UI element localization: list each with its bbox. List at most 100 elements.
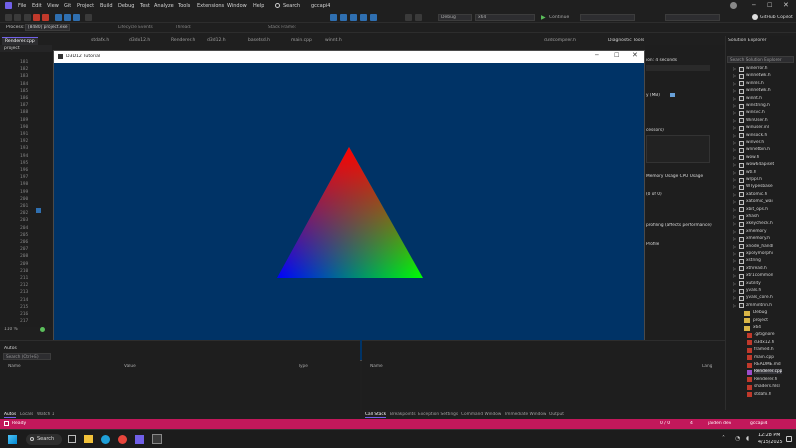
status-position[interactable]: 0 / 0	[660, 421, 670, 426]
menu-item[interactable]: Git	[64, 3, 71, 9]
expand-arrow-icon[interactable]: ▷	[733, 177, 736, 182]
render-canvas[interactable]	[54, 63, 644, 360]
vs-logo-icon[interactable]	[5, 2, 12, 9]
project-file-item[interactable]: shaders.hlsl	[754, 384, 780, 389]
minimize-button[interactable]: ─	[752, 2, 756, 9]
hex-icon[interactable]	[330, 14, 337, 21]
chrome-icon[interactable]	[118, 435, 127, 444]
file-item[interactable]: zmmintrin.h	[746, 303, 772, 308]
project-file-item[interactable]: README.md	[754, 362, 781, 367]
menu-item[interactable]: Tools	[178, 3, 190, 9]
expand-arrow-icon[interactable]: ▷	[733, 221, 736, 226]
autos-col-name[interactable]: Name	[8, 364, 21, 369]
expand-arrow-icon[interactable]: ▷	[733, 110, 736, 115]
taskbar-search[interactable]: Search	[26, 434, 62, 445]
app-window-titlebar[interactable]: D3D12 Tutorial ─ ☐ ✕	[54, 51, 644, 63]
menu-item[interactable]: Window	[227, 3, 247, 9]
step-into-icon[interactable]	[64, 14, 71, 21]
file-item[interactable]: wnnetbin.h	[746, 147, 770, 152]
code-editor-gutter[interactable]: 181 182 183 184 185 186 187 188 189 190 191 192 193 1…	[0, 52, 52, 327]
search-icon[interactable]	[275, 3, 280, 8]
task-view-icon[interactable]	[68, 435, 76, 443]
project-file-item[interactable]: d3dx12.h	[754, 340, 774, 345]
file-item[interactable]: xpolymorphi	[746, 251, 773, 256]
app-close-button[interactable]: ✕	[632, 51, 638, 59]
project-combo[interactable]: project	[0, 45, 52, 52]
menu-item[interactable]: Analyze	[154, 3, 174, 9]
expand-arrow-icon[interactable]: ▷	[733, 303, 736, 308]
expand-arrow-icon[interactable]: ▷	[733, 266, 736, 271]
file-item[interactable]: xutility	[746, 281, 761, 286]
taskbar-date[interactable]: 4/15/2025	[758, 440, 783, 445]
autos-col-type[interactable]: Type	[298, 364, 308, 369]
file-item[interactable]: xtr1common	[746, 273, 773, 278]
menu-item[interactable]: Debug	[118, 3, 134, 9]
file-item[interactable]: winstring.h	[746, 103, 770, 108]
app-maximize-button[interactable]: ☐	[614, 52, 619, 59]
menu-item[interactable]: Test	[140, 3, 150, 9]
close-button[interactable]: ✕	[783, 1, 789, 9]
document-tab[interactable]: Renderer.h	[168, 37, 198, 45]
undo-icon[interactable]	[405, 14, 412, 21]
new-file-icon[interactable]	[24, 14, 31, 21]
expand-arrow-icon[interactable]: ▷	[733, 214, 736, 219]
file-item[interactable]: xatomic_wai	[746, 199, 773, 204]
start-icon[interactable]	[8, 435, 17, 444]
step-out-icon[interactable]	[73, 14, 80, 21]
file-item[interactable]: winsock.h	[746, 133, 767, 138]
expand-arrow-icon[interactable]: ▷	[733, 199, 736, 204]
expand-arrow-icon[interactable]: ▷	[733, 140, 736, 145]
file-item[interactable]: xatomic.h	[746, 192, 767, 197]
maximize-button[interactable]: ☐	[767, 2, 772, 9]
forward-icon[interactable]	[14, 14, 21, 21]
step-over-icon[interactable]	[55, 14, 62, 21]
restart-icon[interactable]	[33, 14, 40, 21]
expand-arrow-icon[interactable]: ▷	[733, 273, 736, 278]
file-item[interactable]: xstring	[746, 258, 761, 263]
tray-chevron-icon[interactable]: ˄	[722, 435, 725, 442]
project-file-item[interactable]: .gitignore	[754, 332, 775, 337]
bottom-tab-right[interactable]: Exception Settings	[418, 412, 458, 417]
app-taskbar-icon[interactable]	[152, 434, 162, 444]
file-item[interactable]: xbit_ops.h	[746, 207, 768, 212]
expand-arrow-icon[interactable]: ▷	[733, 295, 736, 300]
bottom-tab-left[interactable]: Watch 1	[37, 412, 54, 417]
menu-item[interactable]: Edit	[32, 3, 42, 9]
expand-arrow-icon[interactable]: ▷	[733, 125, 736, 130]
stop-icon[interactable]	[42, 14, 49, 21]
file-item[interactable]: xmemory	[746, 229, 767, 234]
folder-item[interactable]: Debug	[753, 310, 767, 315]
diag-tabs[interactable]: Memory Usage CPU Usage	[646, 174, 703, 179]
file-item[interactable]: yvals_core.h	[746, 295, 773, 300]
file-item[interactable]: yvals.h	[746, 288, 761, 293]
expand-arrow-icon[interactable]: ▷	[733, 155, 736, 160]
expand-arrow-icon[interactable]: ▷	[733, 133, 736, 138]
document-tab[interactable]: main.cpp	[288, 37, 315, 45]
file-item[interactable]: WTypesbase	[746, 184, 773, 189]
document-tab[interactable]: basetsd.h	[245, 37, 273, 45]
project-file-item[interactable]: Renderer.cpp	[754, 369, 783, 375]
bottom-tab-left[interactable]: Locals	[20, 412, 33, 417]
continue-button[interactable]: Continue	[549, 15, 569, 20]
file-item[interactable]: xthread.h	[746, 266, 767, 271]
visual-studio-icon[interactable]	[135, 435, 144, 444]
autos-col-value[interactable]: Value	[124, 364, 136, 369]
expand-arrow-icon[interactable]: ▷	[733, 288, 736, 293]
expand-arrow-icon[interactable]: ▷	[733, 281, 736, 286]
file-item[interactable]: winsvc.h	[746, 110, 765, 115]
document-tab[interactable]: winnt.h	[322, 37, 345, 45]
tab-d3dcompiler[interactable]: d3dcompiler.h	[544, 38, 576, 43]
platform-combo[interactable]: x64	[475, 14, 535, 21]
expand-arrow-icon[interactable]: ▷	[733, 207, 736, 212]
expand-arrow-icon[interactable]: ▷	[733, 229, 736, 234]
expand-arrow-icon[interactable]: ▷	[733, 244, 736, 249]
expand-arrow-icon[interactable]: ▷	[733, 258, 736, 263]
app-minimize-button[interactable]: ─	[595, 52, 599, 59]
window-icon[interactable]	[370, 14, 377, 21]
file-item[interactable]: winnetwk.h	[746, 88, 771, 93]
cpu-note[interactable]: profiling (affects performance)	[646, 223, 712, 228]
zoom-level[interactable]: 110 %	[4, 327, 18, 332]
menu-item[interactable]: File	[18, 3, 26, 9]
expand-arrow-icon[interactable]: ▷	[733, 118, 736, 123]
expand-arrow-icon[interactable]: ▷	[733, 73, 736, 78]
